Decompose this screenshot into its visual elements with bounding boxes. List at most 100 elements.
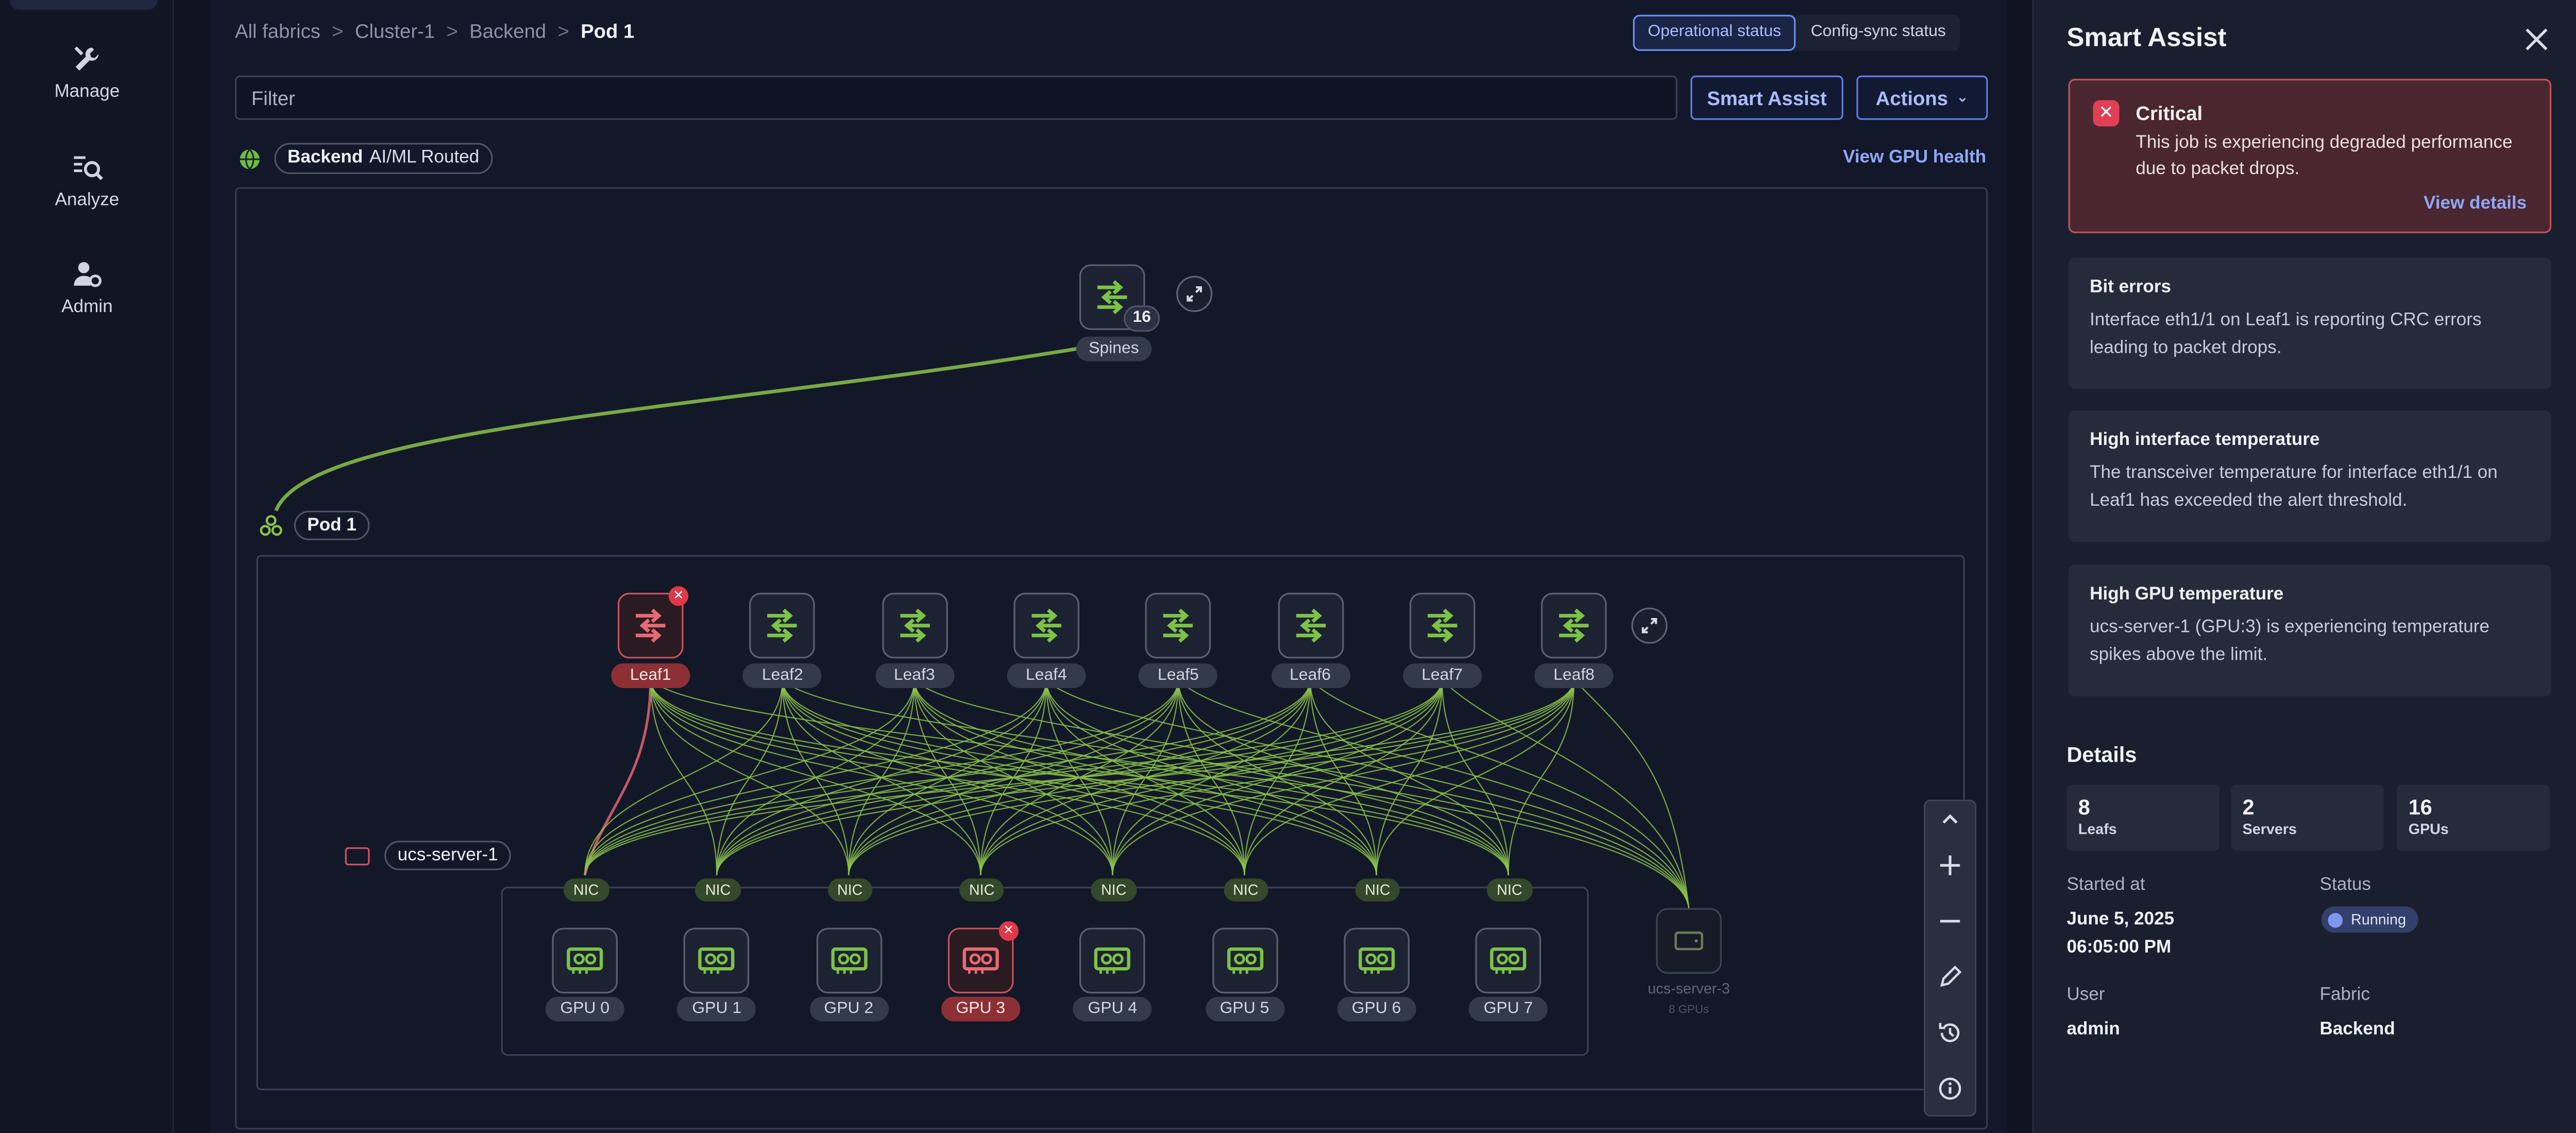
status-badge: Running — [2321, 906, 2418, 933]
switch-arrows-icon — [768, 608, 798, 643]
left-nav: Manage Analyze Admin — [0, 0, 175, 1133]
gpu-label: GPU 6 — [1337, 997, 1416, 1022]
gpu-label: GPU 5 — [1205, 997, 1284, 1022]
leaf-node-5[interactable] — [1145, 593, 1211, 659]
leaf-label: Leaf1 — [611, 663, 690, 688]
expand-spines-icon[interactable] — [1176, 276, 1213, 312]
smart-assist-button[interactable]: Smart Assist — [1690, 75, 1843, 120]
status-value: Running — [2351, 911, 2406, 928]
history-icon[interactable] — [1925, 1008, 1975, 1058]
server-pill[interactable]: ucs-server-1 — [384, 840, 512, 870]
gpu-card-icon — [699, 947, 735, 974]
gpu-node-4[interactable] — [1079, 928, 1146, 993]
gpu-node-1[interactable] — [684, 928, 750, 993]
issue-card-bit-errors[interactable]: Bit errors Interface eth1/1 on Leaf1 is … — [2068, 258, 2552, 389]
stat-leafs: 8 Leafs — [2066, 785, 2220, 851]
gpu-node-7[interactable] — [1475, 928, 1541, 993]
nic-label[interactable]: NIC — [827, 878, 873, 902]
nic-label[interactable]: NIC — [1091, 878, 1137, 902]
view-details-link[interactable]: View details — [2424, 194, 2527, 213]
nic-label[interactable]: NIC — [959, 878, 1005, 902]
smart-assist-panel: Smart Assist ✕ Critical This job is expe… — [2032, 0, 2576, 1133]
breadcrumb-item[interactable]: Backend — [469, 20, 546, 43]
leaf-node-4[interactable] — [1013, 593, 1079, 659]
ucs-server-3-node[interactable] — [1656, 908, 1722, 974]
breadcrumb-item[interactable]: Cluster-1 — [355, 20, 435, 43]
nic-label[interactable]: NIC — [695, 878, 741, 902]
fabric-name: Backend — [287, 147, 363, 168]
zoom-out-icon[interactable] — [1925, 897, 1975, 946]
search-list-icon — [74, 156, 103, 180]
zoom-controls — [1924, 799, 1977, 1117]
leaf-label: Leaf7 — [1402, 663, 1482, 688]
collapse-chevron-up-icon[interactable] — [1925, 801, 1975, 837]
nav-item-analyze[interactable]: Analyze — [0, 151, 174, 210]
fabric-label: Fabric — [2319, 985, 2370, 1005]
nav-item-label: Admin — [61, 297, 113, 317]
stat-value: 8 — [2078, 795, 2090, 820]
nic-label[interactable]: NIC — [1487, 878, 1532, 902]
gpu-label: GPU 1 — [677, 997, 756, 1022]
edit-pencil-icon[interactable] — [1925, 952, 1975, 1002]
gpu-node-2[interactable] — [816, 928, 882, 993]
breadcrumb: All fabrics > Cluster-1 > Backend > Pod 1 — [235, 20, 634, 43]
gpu-card-icon — [1094, 947, 1131, 974]
zoom-in-icon[interactable] — [1925, 840, 1975, 890]
expand-leafs-icon[interactable] — [1631, 607, 1668, 644]
leaf-label: Leaf5 — [1139, 663, 1218, 688]
nic-label[interactable]: NIC — [1223, 878, 1268, 902]
tab-config-sync-status[interactable]: Config-sync status — [1796, 15, 1961, 51]
actions-button[interactable]: Actions ⌄ — [1856, 75, 1988, 120]
wrench-icon — [74, 46, 99, 71]
started-at-time: 06:05:00 PM — [2066, 937, 2172, 957]
topology-main: All fabrics > Cluster-1 > Backend > Pod 1 Oper… — [210, 0, 2008, 1133]
gpu-card-icon — [831, 947, 867, 974]
nic-label[interactable]: NIC — [1355, 878, 1400, 902]
breadcrumb-separator: > — [446, 20, 458, 43]
nav-item-manage[interactable]: Manage — [0, 43, 174, 102]
actions-label: Actions — [1875, 86, 1948, 110]
gpu-node-5[interactable] — [1211, 928, 1278, 993]
breadcrumb-item[interactable]: All fabrics — [235, 20, 320, 43]
leaf-node-7[interactable] — [1409, 593, 1475, 659]
view-gpu-health-link[interactable]: View GPU health — [1843, 148, 1986, 167]
leaf-node-3[interactable] — [882, 593, 947, 659]
fabric-value: Backend — [2319, 1020, 2395, 1040]
issue-title: High GPU temperature — [2090, 585, 2284, 605]
gpu-node-0[interactable] — [552, 928, 618, 993]
leaf-node-6[interactable] — [1277, 593, 1343, 659]
pod-pill[interactable]: Pod 1 — [294, 510, 370, 540]
stat-label: Servers — [2242, 821, 2297, 838]
error-badge-icon: ✕ — [998, 921, 1019, 941]
server-icon — [1674, 931, 1703, 951]
gpu-label: GPU 7 — [1469, 997, 1548, 1022]
app-window: Manage Analyze Admin All fabrics > Cluster… — [0, 0, 2576, 1133]
fabric-type: AI/ML Routed — [369, 147, 480, 168]
leaf-node-8[interactable] — [1541, 593, 1607, 659]
user-value: admin — [2066, 1020, 2120, 1040]
gpu-card-icon — [1490, 947, 1527, 974]
filter-input[interactable] — [234, 75, 1677, 120]
nic-label[interactable]: NIC — [563, 878, 609, 902]
server-header: ucs-server-1 — [345, 840, 512, 870]
fabric-pill[interactable]: Backend AI/ML Routed — [274, 143, 493, 174]
status-label: Status — [2319, 875, 2371, 895]
critical-title: Critical — [2136, 101, 2203, 125]
switch-arrows-icon — [1163, 608, 1193, 643]
close-icon[interactable] — [2520, 23, 2553, 56]
switch-arrows-icon — [1097, 280, 1127, 315]
gpu-node-6[interactable] — [1343, 928, 1410, 993]
issue-title: High interface temperature — [2090, 430, 2320, 450]
switch-arrows-icon — [1295, 608, 1325, 643]
issue-card-interface-temperature[interactable]: High interface temperature The transceiv… — [2068, 410, 2552, 542]
issue-card-gpu-temperature[interactable]: High GPU temperature ucs-server-1 (GPU:3… — [2068, 564, 2552, 696]
tab-operational-status[interactable]: Operational status — [1633, 14, 1796, 51]
stat-servers: 2 Servers — [2231, 785, 2384, 851]
nav-item-admin[interactable]: Admin — [0, 258, 174, 317]
switch-arrows-icon — [1427, 608, 1457, 643]
admin-user-icon — [74, 262, 102, 287]
leaf-node-2[interactable] — [750, 593, 816, 659]
breadcrumb-separator: > — [557, 20, 569, 43]
info-icon[interactable] — [1925, 1064, 1975, 1113]
panel-title: Smart Assist — [2066, 24, 2227, 53]
